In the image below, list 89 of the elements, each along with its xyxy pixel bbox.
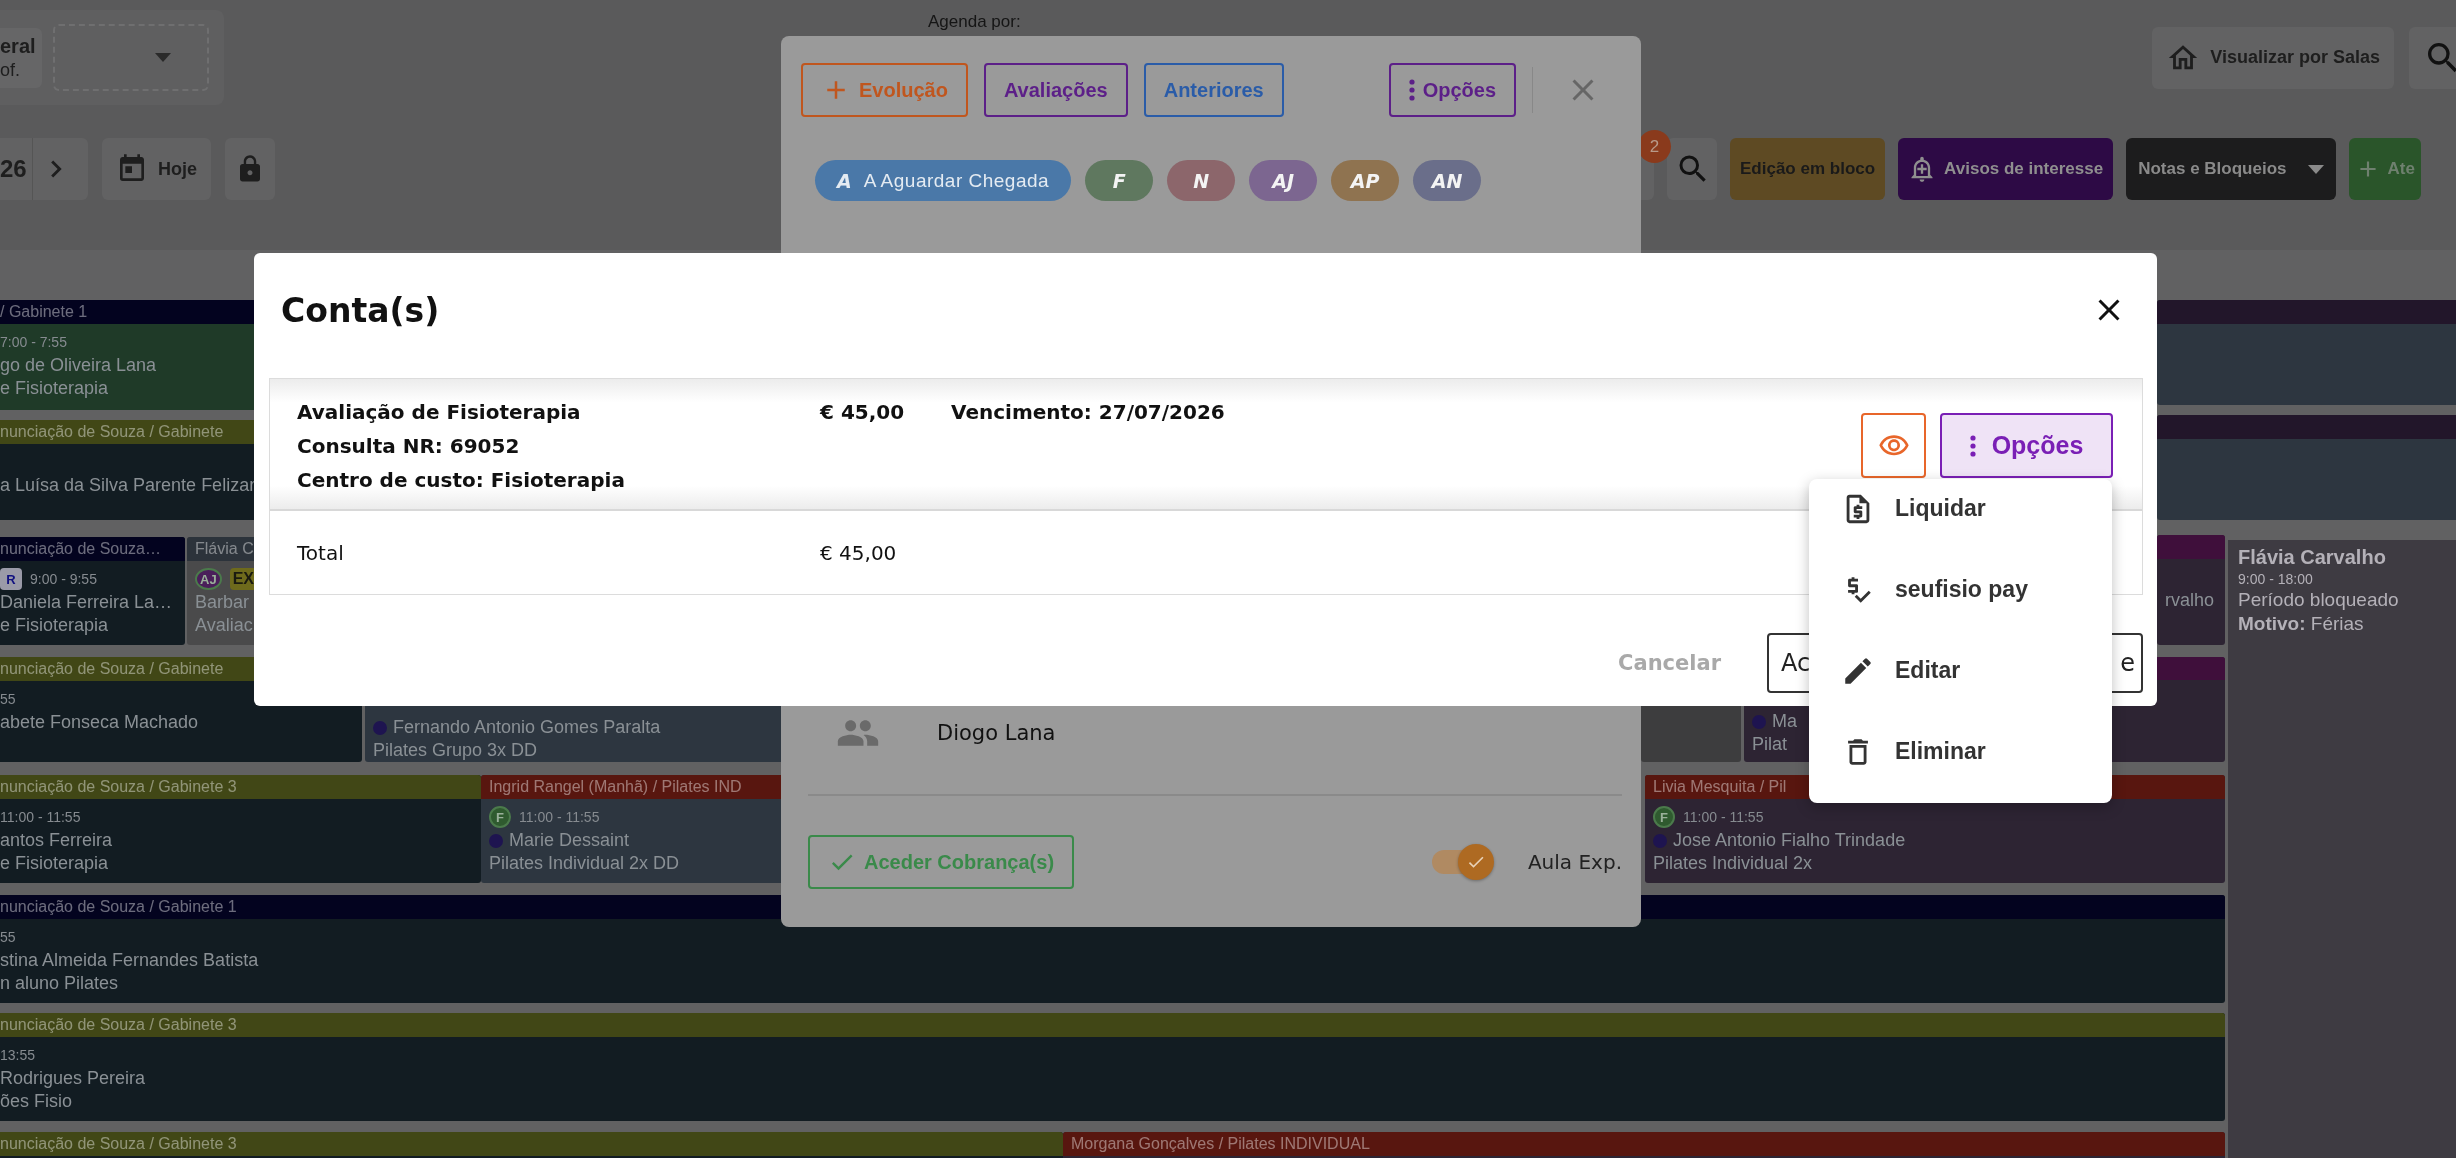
appointment-time: 55 bbox=[0, 929, 16, 945]
appointment-text: Rodrigues Pereira bbox=[0, 1067, 146, 1090]
switch-label: Aula Exp. bbox=[1527, 850, 1622, 874]
status-badge: F bbox=[1653, 806, 1675, 828]
total-amount: € 45,00 bbox=[820, 539, 898, 567]
date-navigator[interactable]: 26 bbox=[0, 138, 88, 200]
appointment-time: 9:00 - 9:55 bbox=[30, 571, 97, 587]
date-text: 26 bbox=[0, 155, 28, 183]
appointment-text: ões Fisio bbox=[0, 1090, 73, 1113]
rooms-view-button[interactable]: Visualizar por Salas bbox=[2152, 26, 2394, 89]
status-chip[interactable]: AJ bbox=[1249, 160, 1318, 201]
appointment-text: Marie Dessaint bbox=[509, 829, 630, 852]
today-button[interactable]: Hoje bbox=[102, 138, 211, 200]
professional-name: Diogo Lana bbox=[937, 721, 1056, 745]
appointment-text: go de Oliveira Lana bbox=[0, 354, 157, 377]
appointment-text: Pilates Individual 2x bbox=[1653, 852, 1813, 875]
professional-name: Flávia Carvalho bbox=[2238, 546, 2387, 569]
menu-item[interactable]: Editar bbox=[1809, 641, 2112, 722]
more-vertical-icon bbox=[1408, 79, 1415, 101]
appointment-time: 11:00 - 11:55 bbox=[0, 809, 81, 825]
options-button[interactable]: Opções bbox=[1388, 63, 1516, 117]
appointment-text: Avaliac bbox=[195, 614, 253, 637]
trial-class-switch[interactable] bbox=[1431, 844, 1494, 880]
notes-dropdown[interactable]: Notas e Bloqueios bbox=[2126, 138, 2337, 200]
view-button[interactable] bbox=[1861, 413, 1926, 478]
appointment-time: 55 bbox=[0, 691, 16, 707]
status-chip[interactable]: AP bbox=[1331, 160, 1400, 201]
appointment-time: 13:55 bbox=[0, 1047, 36, 1063]
interest-alerts-button[interactable]: Avisos de interesse bbox=[1898, 138, 2114, 200]
appointment-card[interactable]: nunciação de Souza… R 9:00 - 9:55 Daniela Ferreira La… e Fisioterapia bbox=[0, 537, 185, 645]
account-description: Consulta NR: 69052 bbox=[297, 433, 521, 460]
status-chip[interactable]: AN bbox=[1413, 160, 1482, 201]
more-vertical-icon bbox=[1969, 434, 1976, 457]
appointment-header: nunciação de Souza / Gabinete 3 bbox=[0, 1013, 2225, 1037]
status-badge: EX bbox=[229, 568, 257, 590]
account-description: Centro de custo: Fisioterapia bbox=[297, 467, 626, 494]
status-badge: R bbox=[0, 568, 22, 590]
appointment-text: Jose Antonio Fialho Trindade bbox=[1673, 829, 1906, 852]
appointment-card[interactable]: rvalho bbox=[2157, 535, 2225, 645]
appointment-text: e Fisioterapia bbox=[0, 377, 109, 400]
appointment-text: Daniela Ferreira La… bbox=[0, 591, 173, 614]
appointment-time: 11:00 - 11:55 bbox=[519, 809, 600, 825]
appointment-text: a Luísa da Silva Parente Felizar bbox=[0, 474, 256, 497]
menu-item[interactable]: seufisio pay bbox=[1809, 560, 2112, 641]
dropdown-caret-icon bbox=[155, 53, 171, 62]
appointment-text: abete Fonseca Machado bbox=[0, 711, 199, 734]
appointment-text: Pilat bbox=[1752, 733, 1787, 756]
blocked-reason: Motivo: Férias bbox=[2238, 613, 2365, 635]
appointment-text: e Fisioterapia bbox=[0, 852, 109, 875]
dropdown-caret-icon bbox=[2308, 164, 2325, 174]
search-button[interactable] bbox=[1667, 138, 1717, 200]
appointment-card[interactable]: nunciação de Souza / Gabinete 3 11:00 - 11:55 antos Ferreira e Fisioterapia bbox=[0, 775, 481, 883]
view-mode-label[interactable]: eral of. bbox=[0, 27, 42, 88]
appointment-time: 11:00 - 11:55 bbox=[1683, 809, 1764, 825]
search-button[interactable] bbox=[2409, 26, 2456, 89]
appointment-text: n aluno Pilates bbox=[0, 972, 119, 995]
appointment-header: nunciação de Souza… bbox=[0, 537, 185, 561]
appointment-text: rvalho bbox=[2165, 589, 2215, 612]
due-date: Vencimento: 27/07/2026 bbox=[951, 399, 1226, 426]
status-chip[interactable]: F bbox=[1085, 160, 1154, 201]
appointment-text: Pilates Individual 2x DD bbox=[489, 852, 680, 875]
outline-button[interactable]: Anteriores bbox=[1143, 63, 1284, 117]
cancel-button[interactable]: Cancelar bbox=[1612, 650, 1727, 676]
status-badge: AJ bbox=[195, 568, 222, 590]
appointment-text: Ma bbox=[1772, 710, 1797, 733]
appointment-text: Pilates Grupo 3x DD bbox=[373, 739, 538, 762]
appointment-text: Fernando Antonio Gomes Paralta bbox=[393, 716, 661, 739]
lock-button[interactable] bbox=[225, 138, 275, 200]
appointment-card[interactable]: nunciação de Souza / Gabinete 3 bbox=[0, 1132, 1063, 1158]
agenda-label: Agenda por: bbox=[928, 12, 1021, 32]
appointment-text: Barbar bbox=[195, 591, 250, 614]
appointment-card[interactable]: nunciação de Souza / Gabinete 3 13:55 Rodrigues Pereira ões Fisio bbox=[0, 1013, 2225, 1121]
appointment-header: nunciação de Souza / Gabinete 3 bbox=[0, 775, 481, 799]
status-chip[interactable]: A A Aguardar Chegada bbox=[815, 160, 1072, 201]
blocked-time: 9:00 - 18:00 bbox=[2238, 571, 2314, 587]
outline-button[interactable]: Avaliações bbox=[983, 63, 1128, 117]
appointment-time: 7:00 - 7:55 bbox=[0, 334, 67, 350]
appointment-text: stina Almeida Fernandes Batista bbox=[0, 949, 259, 972]
appointment-text: e Fisioterapia bbox=[0, 614, 109, 637]
menu-item[interactable]: Liquidar bbox=[1809, 479, 2112, 560]
status-chip[interactable]: N bbox=[1167, 160, 1236, 201]
status-badge: F bbox=[489, 806, 511, 828]
account-description: Avaliação de Fisioterapia bbox=[297, 399, 582, 426]
appointment-text: antos Ferreira bbox=[0, 829, 113, 852]
options-button[interactable]: Opções bbox=[1940, 413, 2113, 478]
account-amount: € 45,00 bbox=[820, 399, 906, 426]
dialog-title: Conta(s) bbox=[281, 290, 440, 330]
blocked-status: Período bloqueado bbox=[2238, 589, 2400, 611]
appointment-card[interactable]: Morgana Gonçalves / Pilates INDIVIDUAL bbox=[1063, 1132, 2225, 1158]
